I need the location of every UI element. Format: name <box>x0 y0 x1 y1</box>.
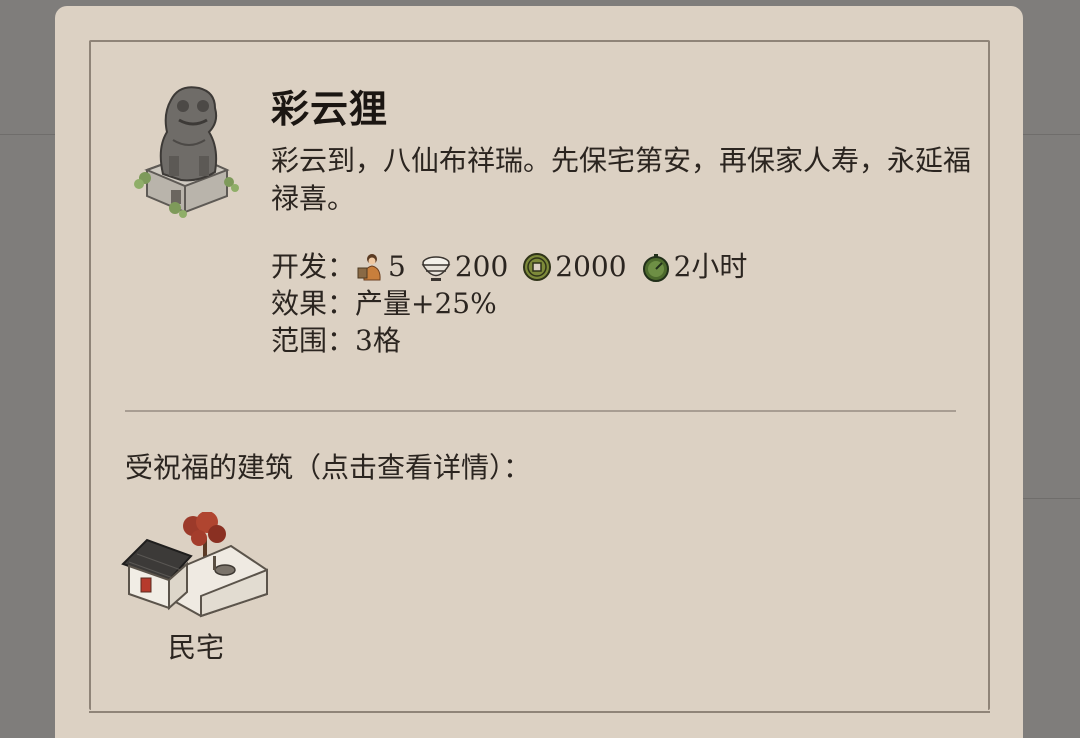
range-row: 范围： 3格 <box>271 322 761 359</box>
blessing-detail-dialog: 彩云狸 彩云到，八仙布祥瑞。先保宅第安，再保家人寿，永延福禄喜。 开发： 5 2… <box>55 6 1023 738</box>
effect-row: 效果： 产量+25% <box>271 285 761 322</box>
background-line <box>0 134 55 135</box>
dialog-frame-bottom <box>89 711 990 713</box>
rice-cost: 200 <box>420 248 508 285</box>
building-card-residence[interactable]: 民宅 <box>121 511 271 666</box>
worker-cost: 5 <box>355 248 406 285</box>
worker-icon <box>357 253 381 280</box>
coin-cost: 2000 <box>522 248 627 285</box>
time-cost-value: 2小时 <box>673 250 748 283</box>
effect-value: 产量+25% <box>355 287 497 320</box>
time-cost: 2小时 <box>641 248 748 285</box>
effect-label: 效果： <box>271 287 356 320</box>
item-title: 彩云狸 <box>271 86 389 131</box>
item-stats: 开发： 5 200 2000 2小时 效果： 产量+25% 范围： 3格 <box>271 248 761 359</box>
worker-cost-value: 5 <box>388 250 406 283</box>
stone-lion-statue-icon <box>119 78 249 218</box>
building-name: 民宅 <box>167 631 224 664</box>
range-value: 3格 <box>355 324 401 357</box>
blessed-buildings-label: 受祝福的建筑（点击查看详情）： <box>125 451 532 484</box>
background-line <box>1023 498 1080 499</box>
rice-bowl-icon <box>421 255 451 281</box>
range-label: 范围： <box>271 324 356 357</box>
copper-coin-icon <box>523 252 552 281</box>
coin-cost-value: 2000 <box>555 250 627 283</box>
background-line <box>1023 134 1080 135</box>
section-divider <box>125 410 956 412</box>
item-description: 彩云到，八仙布祥瑞。先保宅第安，再保家人寿，永延福禄喜。 <box>271 144 972 215</box>
develop-label: 开发： <box>271 250 356 283</box>
residence-house-icon <box>121 511 268 618</box>
timer-icon <box>642 253 669 282</box>
rice-cost-value: 200 <box>454 250 509 283</box>
develop-row: 开发： 5 200 2000 2小时 <box>271 248 761 285</box>
